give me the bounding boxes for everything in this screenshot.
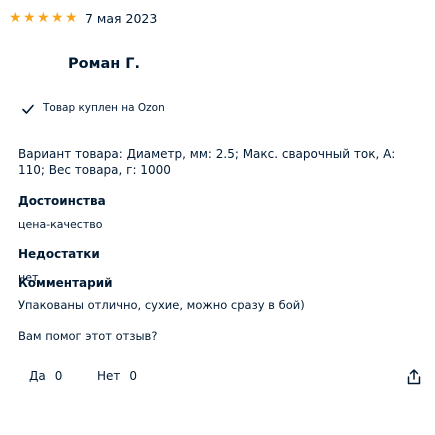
pros-heading: Достоинства: [18, 194, 106, 208]
helpful-question: Вам помог этот отзыв?: [18, 329, 158, 343]
purchased-label: Товар куплен на Ozon: [43, 102, 165, 114]
star-icon: ★: [51, 10, 64, 26]
vote-yes-count: 0: [54, 369, 63, 383]
vote-yes-button[interactable]: Да 0: [29, 369, 62, 383]
comment-text: Упакованы отлично, сухие, можно сразу в …: [18, 298, 305, 312]
star-rating: ★ ★ ★ ★ ★: [9, 11, 78, 25]
product-variant: Вариант товара: Диаметр, мм: 2.5; Макс. …: [18, 146, 428, 178]
review-date: 7 мая 2023: [85, 10, 158, 26]
vote-no-count: 0: [129, 369, 138, 383]
cons-heading: Недостатки: [18, 247, 100, 261]
star-icon: ★: [37, 10, 50, 26]
purchased-badge: Товар куплен на Ozon: [21, 97, 174, 119]
comment-heading: Комментарий: [18, 276, 113, 290]
variant-line: 110; Вес товара, г: 1000: [18, 163, 171, 177]
vote-no-button[interactable]: Нет 0: [97, 369, 137, 383]
vote-yes-label: Да: [29, 369, 46, 383]
star-icon: ★: [65, 10, 78, 26]
pros-text: цена-качество: [18, 218, 103, 231]
star-icon: ★: [9, 10, 22, 26]
check-icon: [21, 101, 35, 115]
rating-row: ★ ★ ★ ★ ★ 7 мая 2023: [9, 10, 157, 26]
share-icon[interactable]: [405, 368, 423, 386]
author-name: Роман Г.: [68, 56, 141, 72]
vote-no-label: Нет: [97, 369, 121, 383]
variant-line: Вариант товара: Диаметр, мм: 2.5; Макс. …: [18, 147, 396, 161]
star-icon: ★: [23, 10, 36, 26]
